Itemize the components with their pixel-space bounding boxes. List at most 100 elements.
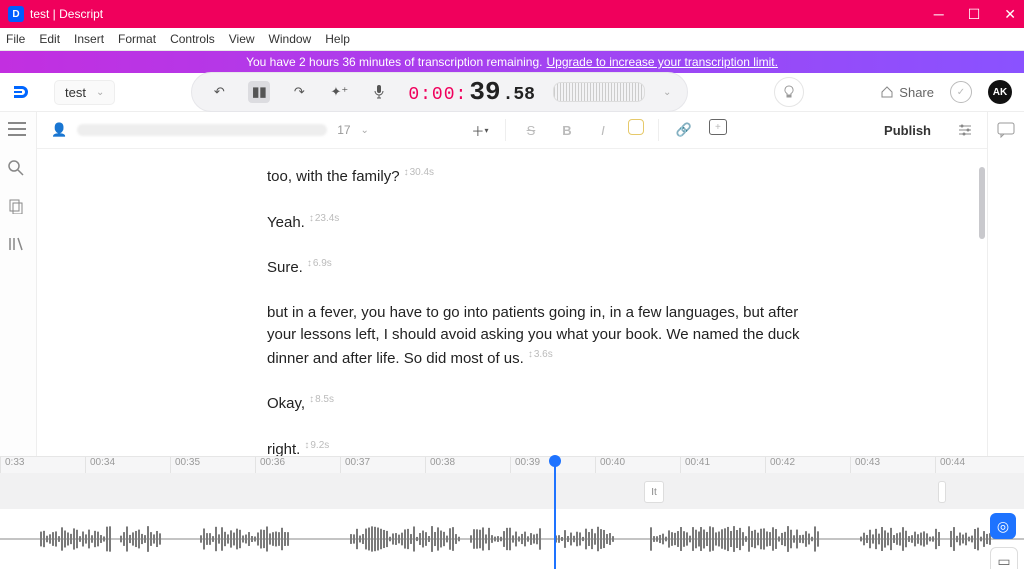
upgrade-banner: You have 2 hours 36 minutes of transcrip… bbox=[0, 51, 1024, 73]
add-button[interactable]: ＋▾ bbox=[469, 119, 491, 141]
locate-button[interactable]: ◎ bbox=[990, 513, 1016, 539]
timecode-fraction: .58 bbox=[503, 85, 535, 105]
ruler-tick: 00:37 bbox=[340, 457, 425, 473]
menu-view[interactable]: View bbox=[229, 32, 255, 46]
transcript-line[interactable]: right.9.2s bbox=[267, 438, 827, 457]
menu-icon[interactable] bbox=[8, 122, 28, 142]
ruler-tick: 00:34 bbox=[85, 457, 170, 473]
format-bar: ＋▾ S B I 🔗 + bbox=[469, 119, 727, 141]
gap-tag[interactable]: 3.6s bbox=[528, 349, 553, 360]
ruler-tick: 00:42 bbox=[765, 457, 850, 473]
transcript-body[interactable]: too, with the family? 30.4s Yeah. 23.4s Sure… bbox=[37, 149, 987, 456]
italic-button[interactable]: I bbox=[592, 119, 614, 141]
waveform-dropdown-icon[interactable]: ⌄ bbox=[663, 87, 671, 98]
right-sidebar bbox=[987, 112, 1024, 456]
transcript-text: Yeah. bbox=[267, 214, 305, 231]
close-button[interactable]: ✕ bbox=[1004, 6, 1016, 23]
menu-controls[interactable]: Controls bbox=[170, 32, 215, 46]
timeline-float-buttons: ◎ ▭ ? bbox=[990, 513, 1018, 569]
share-button[interactable]: Share bbox=[880, 85, 934, 100]
transcript-line[interactable]: Yeah. 23.4s bbox=[267, 211, 827, 235]
timeline-clip[interactable]: It bbox=[644, 481, 664, 503]
undo-button[interactable]: ↶ bbox=[208, 81, 230, 103]
timeline-ruler[interactable]: 0:3300:3400:3500:3600:3700:3800:3900:400… bbox=[0, 457, 1024, 473]
effects-button[interactable]: ✦⁺ bbox=[328, 81, 350, 103]
gap-tag[interactable]: 8.5s bbox=[309, 394, 334, 405]
transcript-line[interactable]: but in a fever, you have to go into pati… bbox=[267, 302, 827, 371]
library-icon[interactable] bbox=[8, 236, 28, 256]
document-header: 👤 17 ⌄ ＋▾ S B I 🔗 + Publish bbox=[37, 112, 987, 149]
redo-button[interactable]: ↷ bbox=[288, 81, 310, 103]
minimize-button[interactable]: ─ bbox=[934, 6, 944, 23]
transcript-line[interactable]: Sure. 6.9s bbox=[267, 256, 827, 280]
descript-logo-icon[interactable] bbox=[12, 81, 34, 103]
copy-icon[interactable] bbox=[8, 198, 28, 218]
comment-button[interactable]: + bbox=[709, 119, 727, 135]
left-sidebar bbox=[0, 112, 37, 456]
pause-button[interactable]: ▮▮ bbox=[248, 81, 270, 103]
doc-title-redacted bbox=[77, 124, 327, 136]
ruler-tick: 00:36 bbox=[255, 457, 340, 473]
menu-help[interactable]: Help bbox=[325, 32, 350, 46]
workspace: 👤 17 ⌄ ＋▾ S B I 🔗 + Publish too, with th… bbox=[0, 112, 1024, 456]
home-icon bbox=[880, 85, 894, 99]
transcript-text: Sure. bbox=[267, 259, 303, 276]
doc-title-suffix: 17 bbox=[337, 123, 350, 137]
link-button[interactable]: 🔗 bbox=[673, 119, 695, 141]
timeline-clip-small[interactable] bbox=[938, 481, 946, 503]
timeline: 0:3300:3400:3500:3600:3700:3800:3900:400… bbox=[0, 456, 1024, 569]
comment-panel-icon[interactable] bbox=[997, 122, 1015, 138]
avatar[interactable]: AK bbox=[988, 80, 1012, 104]
banner-text: You have 2 hours 36 minutes of transcrip… bbox=[246, 55, 542, 69]
waveform-track[interactable] bbox=[0, 509, 1024, 569]
transcript-text: Okay, bbox=[267, 395, 305, 412]
project-selector[interactable]: test ⌄ bbox=[54, 80, 115, 105]
transcript-text: too, with the family? bbox=[267, 168, 400, 185]
doc-title-dropdown-icon[interactable]: ⌄ bbox=[361, 125, 369, 136]
ruler-tick: 00:44 bbox=[935, 457, 1020, 473]
timecode-display: 0:00: 39 .58 bbox=[408, 77, 535, 107]
share-label: Share bbox=[899, 85, 934, 100]
titlebar: D test | Descript ─ ☐ ✕ bbox=[0, 0, 1024, 28]
ruler-tick: 0:33 bbox=[0, 457, 85, 473]
gap-tag[interactable]: 9.2s bbox=[304, 440, 329, 451]
document-area: 👤 17 ⌄ ＋▾ S B I 🔗 + Publish too, with th… bbox=[37, 112, 987, 456]
menu-window[interactable]: Window bbox=[269, 32, 312, 46]
scrollbar-thumb[interactable] bbox=[979, 167, 985, 239]
ruler-tick: 00:38 bbox=[425, 457, 510, 473]
ruler-tick: 00:41 bbox=[680, 457, 765, 473]
maximize-button[interactable]: ☐ bbox=[968, 6, 981, 23]
panel-button[interactable]: ▭ bbox=[990, 547, 1018, 569]
menu-file[interactable]: File bbox=[6, 32, 25, 46]
speaker-icon[interactable]: 👤 bbox=[51, 122, 67, 138]
publish-button[interactable]: Publish bbox=[884, 123, 931, 138]
timecode-seconds: 39 bbox=[469, 77, 500, 107]
search-icon[interactable] bbox=[8, 160, 28, 180]
tips-button[interactable] bbox=[774, 77, 804, 107]
menu-edit[interactable]: Edit bbox=[39, 32, 60, 46]
waveform-mini[interactable] bbox=[553, 82, 645, 102]
transcript-line[interactable]: Okay, 8.5s bbox=[267, 392, 827, 416]
menu-insert[interactable]: Insert bbox=[74, 32, 104, 46]
highlight-button[interactable] bbox=[628, 119, 644, 135]
mic-icon[interactable] bbox=[368, 81, 390, 103]
settings-icon[interactable] bbox=[957, 122, 973, 138]
chevron-down-icon: ⌄ bbox=[96, 87, 104, 98]
banner-upgrade-link[interactable]: Upgrade to increase your transcription l… bbox=[546, 55, 777, 69]
sync-status-icon[interactable]: ✓ bbox=[950, 81, 972, 103]
ruler-tick: 00:43 bbox=[850, 457, 935, 473]
ruler-tick: 00:35 bbox=[170, 457, 255, 473]
playhead[interactable] bbox=[554, 457, 556, 569]
main-toolbar: test ⌄ ↶ ▮▮ ↷ ✦⁺ 0:00: 39 .58 ⌄ Share ✓ … bbox=[0, 73, 1024, 112]
gap-tag[interactable]: 30.4s bbox=[404, 167, 434, 178]
gap-tag[interactable]: 23.4s bbox=[309, 213, 339, 224]
transcript-line[interactable]: too, with the family? 30.4s bbox=[267, 165, 827, 189]
timeline-track[interactable]: It bbox=[0, 473, 1024, 509]
project-name: test bbox=[65, 85, 86, 100]
bold-button[interactable]: B bbox=[556, 119, 578, 141]
menu-format[interactable]: Format bbox=[118, 32, 156, 46]
gap-tag[interactable]: 6.9s bbox=[307, 258, 332, 269]
strikethrough-button[interactable]: S bbox=[520, 119, 542, 141]
app-logo-icon: D bbox=[8, 6, 24, 22]
waveform-icon bbox=[0, 509, 1024, 569]
